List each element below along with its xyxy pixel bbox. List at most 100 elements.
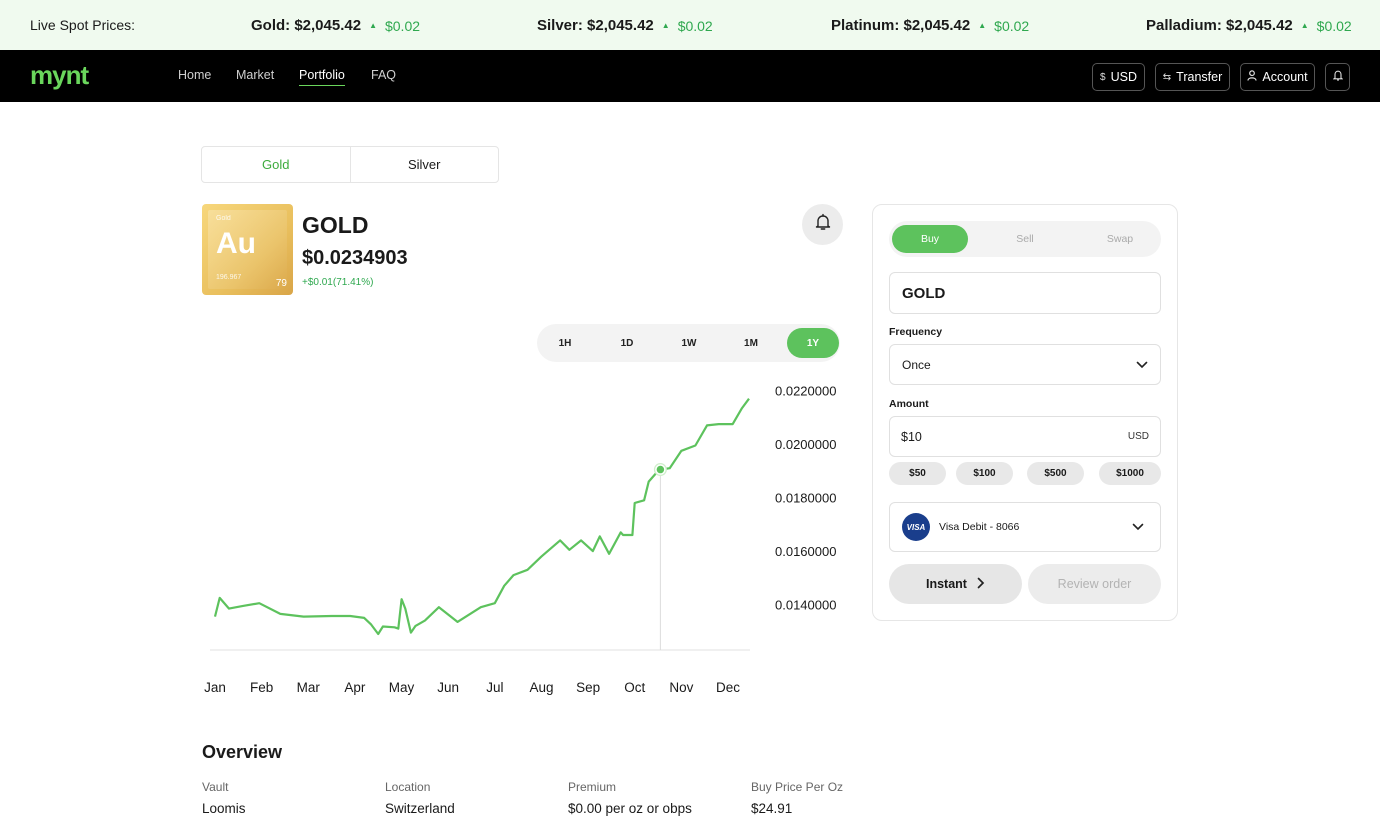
price-alert-button[interactable] (802, 204, 843, 245)
review-order-button[interactable]: Review order (1028, 564, 1161, 604)
ticker-price: Gold: $2,045.42 (251, 17, 362, 34)
price-chart[interactable]: 0.0220000 0.0200000 0.0180000 0.0160000 0.01… (200, 380, 850, 705)
quick-amount-50[interactable]: $50 (889, 462, 946, 485)
top-navigation: mynt Home Market Portfolio FAQ $ USD ⇆ T… (0, 50, 1380, 102)
tile-symbol: Au (216, 227, 256, 260)
x-tick-label: Dec (716, 680, 740, 695)
x-tick-label: Mar (297, 680, 321, 695)
tab-buy[interactable]: Buy (892, 225, 968, 253)
x-tick-label: Aug (529, 680, 553, 695)
ticker-item-gold: Gold: $2,045.42 ▲ $0.02 (251, 17, 420, 34)
overview-vault: Vault Loomis (202, 780, 246, 816)
quick-amount-1000[interactable]: $1000 (1099, 462, 1161, 485)
x-tick-label: Feb (250, 680, 273, 695)
overview-label: Location (385, 780, 431, 794)
time-range-selector: 1H 1D 1W 1M 1Y (537, 324, 840, 362)
ticker-item-palladium: Palladium: $2,045.42 ▲ $0.02 (1146, 17, 1352, 34)
tile-atomic-number: 79 (275, 278, 287, 289)
tab-gold[interactable]: Gold (202, 147, 351, 182)
tile-name: Gold (216, 215, 231, 222)
nav-link-portfolio[interactable]: Portfolio (299, 68, 345, 86)
ticker-change: $0.02 (677, 17, 713, 34)
overview-label: Buy Price Per Oz (751, 780, 844, 794)
nav-link-market[interactable]: Market (236, 68, 274, 82)
y-tick-label: 0.0160000 (775, 544, 836, 559)
chevron-down-icon (1132, 518, 1144, 536)
frequency-select[interactable]: Once (889, 344, 1161, 385)
up-arrow-icon: ▲ (369, 21, 377, 30)
notifications-button[interactable] (1325, 63, 1350, 91)
range-1h[interactable]: 1H (539, 328, 591, 358)
hover-marker (655, 464, 666, 475)
instant-label: Instant (926, 577, 967, 591)
y-tick-label: 0.0140000 (775, 598, 836, 613)
nav-link-faq[interactable]: FAQ (371, 68, 396, 82)
dollar-icon: $ (1100, 71, 1106, 83)
ticker-change: $0.02 (384, 17, 421, 34)
range-1d[interactable]: 1D (601, 328, 653, 358)
overview-premium: Premium $0.00 per oz or obps (568, 780, 692, 816)
payment-method-select[interactable]: VISA Visa Debit - 8066 (889, 502, 1161, 552)
ticker-change: $0.02 (994, 17, 1030, 34)
metal-tabs: Gold Silver (201, 146, 499, 183)
quick-amount-100[interactable]: $100 (956, 462, 1013, 485)
ticker-label: Live Spot Prices: (30, 17, 136, 33)
amount-input[interactable]: $10 USD (889, 416, 1161, 457)
transfer-button[interactable]: ⇆ Transfer (1155, 63, 1230, 91)
price-series-line (213, 398, 750, 636)
ticker-price: Palladium: $2,045.42 (1146, 17, 1293, 34)
x-tick-label: Jun (437, 680, 459, 695)
amount-value: $10 (901, 429, 922, 444)
account-button[interactable]: Account (1240, 63, 1315, 91)
x-tick-label: Apr (344, 680, 366, 695)
asset-change: +$0.01(71.41%) (302, 277, 374, 288)
bell-icon (814, 213, 832, 236)
up-arrow-icon: ▲ (978, 21, 987, 30)
ticker-change: $0.02 (1316, 17, 1352, 34)
chevron-right-icon (977, 577, 985, 592)
visa-icon: VISA (902, 513, 930, 541)
ticker-price: Platinum: $2,045.42 (831, 17, 971, 34)
overview-label: Premium (568, 780, 617, 794)
x-tick-label: Jul (486, 680, 503, 695)
overview-value: Loomis (202, 801, 246, 816)
tab-sell[interactable]: Sell (987, 225, 1063, 253)
amount-currency: USD (1127, 431, 1149, 442)
range-1w[interactable]: 1W (663, 328, 715, 358)
x-tick-label: May (389, 680, 415, 695)
payment-method: VISA Visa Debit - 8066 (890, 513, 1019, 541)
y-tick-label: 0.0180000 (775, 491, 836, 506)
asset-price: $0.0234903 (302, 247, 408, 269)
account-label: Account (1262, 70, 1308, 84)
spot-price-ticker: Live Spot Prices: Gold: $2,045.42 ▲ $0.0… (0, 0, 1380, 50)
tile-atomic-mass: 196.967 (216, 274, 242, 281)
currency-button[interactable]: $ USD (1092, 63, 1145, 91)
ticker-item-silver: Silver: $2,045.42 ▲ $0.02 (537, 17, 713, 34)
mynt-logo[interactable]: mynt (30, 60, 89, 91)
asset-field[interactable]: GOLD (889, 272, 1161, 314)
range-1y[interactable]: 1Y (787, 328, 839, 358)
range-1m[interactable]: 1M (725, 328, 777, 358)
transfer-arrows-icon: ⇆ (1162, 71, 1172, 83)
frequency-value: Once (902, 357, 931, 372)
overview-location: Location Switzerland (385, 780, 455, 816)
ticker-price: Silver: $2,045.42 (537, 17, 654, 34)
x-tick-label: Nov (669, 680, 693, 695)
up-arrow-icon: ▲ (1300, 21, 1309, 30)
currency-label: USD (1110, 70, 1137, 84)
transfer-label: Transfer (1176, 70, 1223, 84)
trade-type-tabs: Buy Sell Swap (889, 221, 1161, 257)
x-tick-label: Sep (576, 680, 600, 695)
instant-button[interactable]: Instant (889, 564, 1022, 604)
overview-buy-price: Buy Price Per Oz $24.91 (751, 780, 843, 816)
tab-silver[interactable]: Silver (351, 147, 499, 182)
overview-label: Vault (202, 780, 229, 794)
nav-link-home[interactable]: Home (178, 68, 211, 82)
amount-label: Amount (889, 398, 929, 410)
bell-icon (1331, 70, 1344, 84)
gold-element-tile: Gold Au 196.967 79 (202, 204, 293, 295)
tab-swap[interactable]: Swap (1082, 225, 1158, 253)
payment-method-label: Visa Debit - 8066 (939, 521, 1020, 533)
quick-amount-500[interactable]: $500 (1027, 462, 1084, 485)
y-tick-label: 0.0220000 (775, 384, 836, 399)
